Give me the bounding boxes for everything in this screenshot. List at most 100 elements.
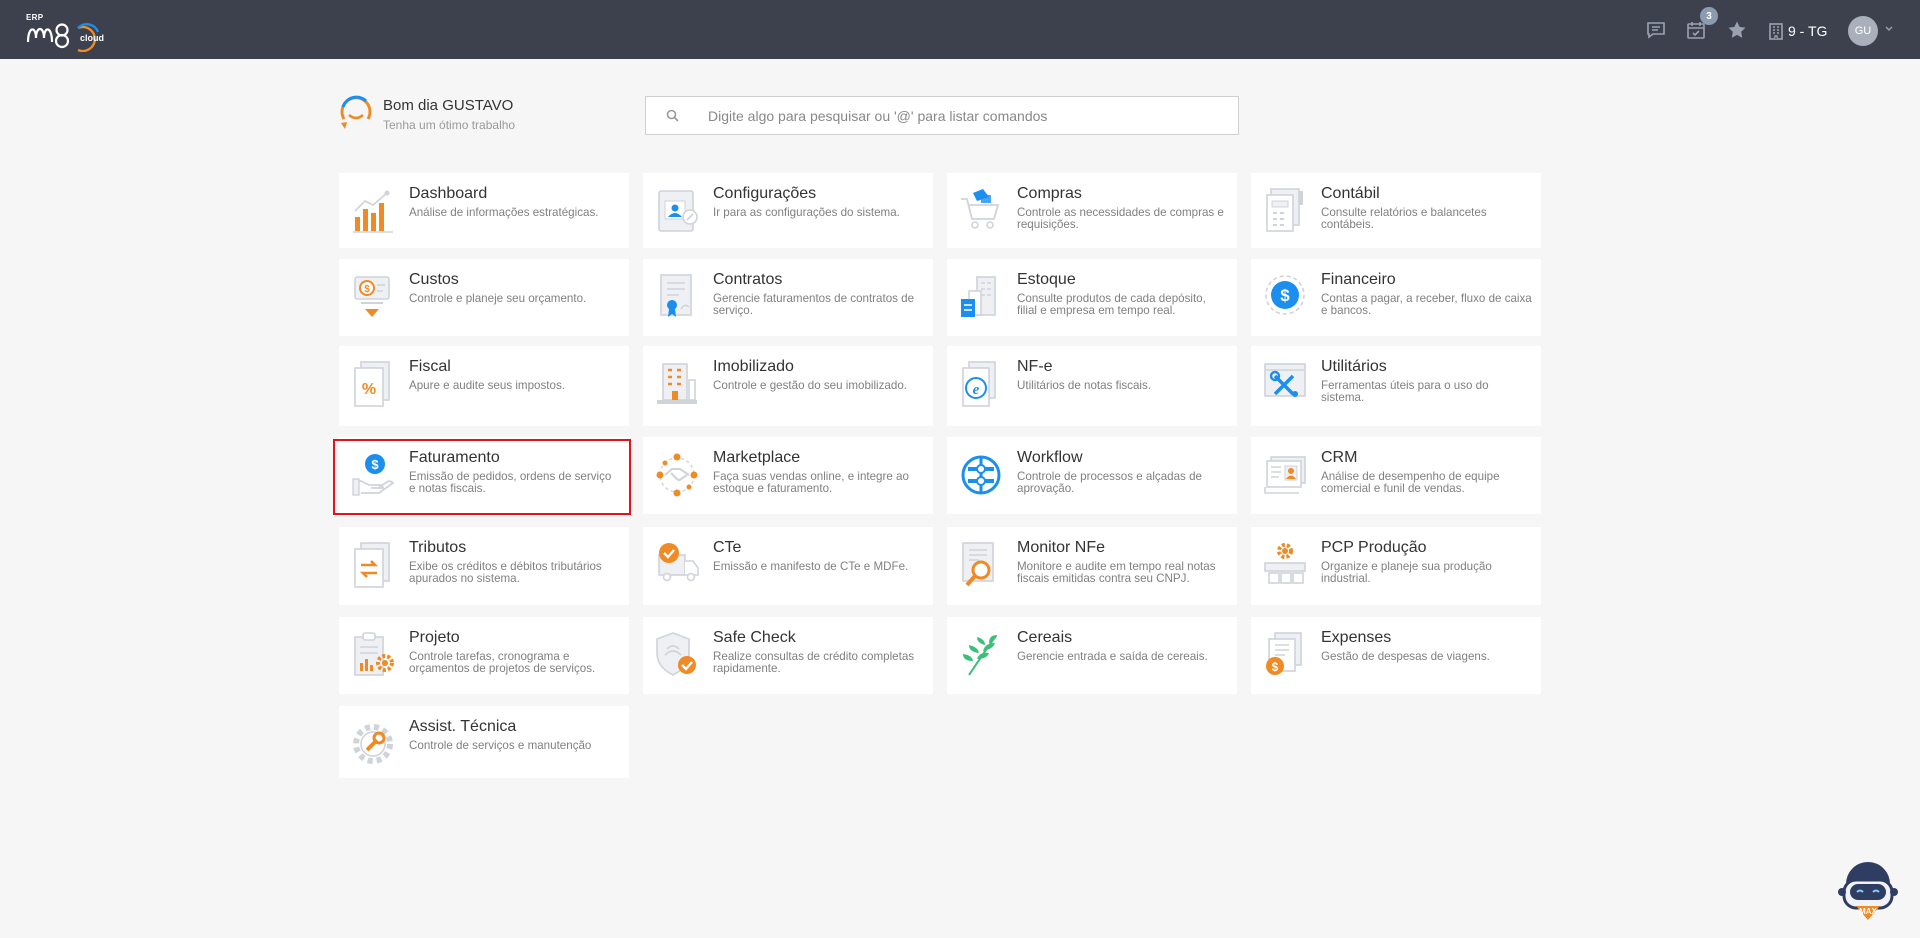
- module-description: Controle e planeje seu orçamento.: [409, 292, 587, 305]
- module-title: Contratos: [713, 271, 783, 288]
- shopping-cart-icon: [961, 189, 1000, 229]
- module-card-dashboard[interactable]: Dashboard Análise de informações estratég…: [339, 173, 629, 248]
- module-description: Ir para as configurações do sistema.: [713, 206, 900, 219]
- module-description: Emissão e manifesto de CTe e MDFe.: [713, 560, 909, 573]
- module-description: Controle de processos e alçadas de aprov…: [1017, 470, 1202, 495]
- module-description: Exibe os créditos e débitos tributários …: [409, 560, 602, 585]
- module-title: Marketplace: [713, 449, 801, 466]
- building-icon: [1769, 23, 1783, 40]
- module-description: Faça suas vendas online, e integre ao es…: [713, 470, 909, 495]
- module-title: Assist. Técnica: [409, 718, 517, 735]
- module-card-workflow[interactable]: Workflow Controle de processos e alçadas …: [947, 437, 1237, 514]
- star-icon[interactable]: [1725, 18, 1749, 42]
- module-title: Cereais: [1017, 629, 1073, 646]
- tax-transfer-icon: [354, 542, 390, 588]
- tools-icon: [1264, 363, 1306, 397]
- m8-cloud-logo[interactable]: ERP cloud: [22, 12, 120, 52]
- module-card-pcp-producao[interactable]: PCP Produção Organize e planeje sua produ…: [1251, 527, 1541, 605]
- module-description: Apure e audite seus impostos.: [409, 379, 565, 392]
- module-description: Controle de serviços e manutenção: [409, 739, 592, 752]
- module-title: CTe: [713, 539, 742, 556]
- max-assistant-icon[interactable]: MAX: [1838, 858, 1898, 922]
- command-search[interactable]: [645, 96, 1239, 135]
- module-card-configuracoes[interactable]: Configurações Ir para as configurações do…: [643, 173, 933, 248]
- expenses-icon: $: [1266, 632, 1302, 675]
- building-asset-icon: [657, 363, 697, 404]
- module-description: Utilitários de notas fiscais.: [1017, 379, 1152, 392]
- svg-text:$: $: [1272, 660, 1279, 674]
- module-title: Workflow: [1017, 449, 1083, 466]
- settings-profile-icon: [658, 190, 698, 232]
- module-card-utilitarios[interactable]: Utilitários Ferramentas úteis para o uso …: [1251, 346, 1541, 426]
- module-title: Safe Check: [713, 629, 796, 646]
- workflow-icon: [961, 455, 1001, 495]
- production-gear-icon: [1264, 543, 1306, 584]
- warehouse-icon: [961, 276, 996, 317]
- module-title: Projeto: [409, 629, 460, 646]
- module-title: Dashboard: [409, 185, 488, 202]
- module-card-crm[interactable]: CRM Análise de desempenho de equipe comer…: [1251, 437, 1541, 514]
- module-card-fiscal[interactable]: % Fiscal Apure e audite seus impostos.: [339, 346, 629, 426]
- module-card-financeiro[interactable]: $ Financeiro Contas a pagar, a receber, fl…: [1251, 259, 1541, 336]
- module-card-cte[interactable]: CTe Emissão e manifesto de CTe e MDFe.: [643, 527, 933, 605]
- module-card-estoque[interactable]: Estoque Consulte produtos de cada depósit…: [947, 259, 1237, 336]
- module-card-contratos[interactable]: Contratos Gerencie faturamentos de contra…: [643, 259, 933, 336]
- company-selector[interactable]: 9 - TG: [1768, 20, 1827, 42]
- selection-highlight: [333, 439, 631, 515]
- module-title: NF-e: [1017, 358, 1053, 375]
- module-title: Fiscal: [409, 358, 451, 375]
- percent-document-icon: %: [354, 361, 390, 407]
- module-card-contabil[interactable]: Contábil Consulte relatórios e balancetes…: [1251, 173, 1541, 248]
- module-description: Gerencie entrada e saída de cereais.: [1017, 650, 1208, 663]
- module-title: Custos: [409, 271, 459, 288]
- avatar[interactable]: GU: [1848, 16, 1878, 46]
- module-description: Gerencie faturamentos de contratos de se…: [713, 292, 915, 317]
- module-card-nf-e[interactable]: e NF-e Utilitários de notas fiscais.: [947, 346, 1237, 426]
- module-title: Estoque: [1017, 271, 1076, 288]
- module-title: Monitor NFe: [1017, 539, 1106, 556]
- module-title: Tributos: [409, 539, 467, 556]
- dollar-circle-icon: $: [1265, 275, 1305, 315]
- max-label: MAX: [1859, 907, 1877, 916]
- module-card-monitor-nfe[interactable]: Monitor NFe Monitore e audite em tempo re…: [947, 527, 1237, 605]
- module-description: Organize e planeje sua produção industri…: [1321, 560, 1492, 585]
- e-invoice-icon: e: [962, 361, 996, 407]
- module-card-safe-check[interactable]: Safe Check Realize consultas de crédito c…: [643, 617, 933, 694]
- notifications-badge[interactable]: 3: [1700, 7, 1718, 25]
- module-title: Utilitários: [1321, 358, 1387, 375]
- svg-text:$: $: [364, 284, 370, 295]
- module-card-projeto[interactable]: Projeto Controle tarefas, cronograma e or…: [339, 617, 629, 694]
- chat-icon[interactable]: [1644, 18, 1668, 42]
- module-description: Gestão de despesas de viagens.: [1321, 650, 1490, 663]
- greeting-title: Bom dia GUSTAVO: [383, 97, 514, 114]
- module-description: Ferramentas úteis para o uso do sistema.: [1321, 379, 1489, 404]
- module-title: Contábil: [1321, 185, 1380, 202]
- module-description: Contas a pagar, a receber, fluxo de caix…: [1321, 292, 1532, 317]
- project-clipboard-icon: [354, 632, 394, 676]
- module-description: Monitore e audite em tempo real notas fi…: [1017, 560, 1216, 585]
- bar-chart-icon: [353, 190, 393, 233]
- greeting-logo-icon: [340, 95, 372, 129]
- svg-text:e: e: [973, 382, 980, 398]
- calculator-document-icon: [1266, 188, 1303, 232]
- module-description: Realize consultas de crédito completas r…: [713, 650, 915, 675]
- module-card-imobilizado[interactable]: Imobilizado Controle e gestão do seu imob…: [643, 346, 933, 426]
- grain-leaf-icon: [963, 635, 997, 676]
- module-card-assist-tecnica[interactable]: Assist. Técnica Controle de serviços e ma…: [339, 706, 629, 778]
- module-title: Imobilizado: [713, 358, 794, 375]
- module-card-tributos[interactable]: Tributos Exibe os créditos e débitos trib…: [339, 527, 629, 605]
- truck-check-icon: [658, 543, 699, 582]
- module-card-expenses[interactable]: $ Expenses Gestão de despesas de viagens.: [1251, 617, 1541, 694]
- magnifier-document-icon: [962, 542, 994, 587]
- module-card-compras[interactable]: Compras Controle as necessidades de compr…: [947, 173, 1237, 248]
- svg-text:$: $: [1280, 286, 1290, 305]
- chevron-down-icon[interactable]: [1884, 24, 1894, 34]
- wrench-gear-icon: [353, 724, 393, 764]
- search-input[interactable]: [708, 97, 1228, 134]
- search-icon: [666, 109, 679, 122]
- greeting-subtitle: Tenha um ótimo trabalho: [383, 118, 516, 132]
- module-card-custos[interactable]: $ Custos Controle e planeje seu orçamento.: [339, 259, 629, 336]
- module-card-marketplace[interactable]: Marketplace Faça suas vendas online, e in…: [643, 437, 933, 514]
- cloud-label: cloud: [80, 33, 104, 43]
- module-card-cereais[interactable]: Cereais Gerencie entrada e saída de cerea…: [947, 617, 1237, 694]
